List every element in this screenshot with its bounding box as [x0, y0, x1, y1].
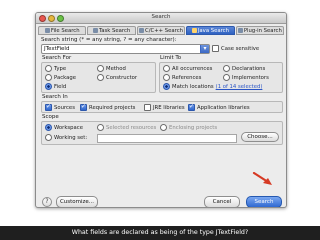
- radio-button[interactable]: [45, 74, 52, 81]
- search-in-required-projects[interactable]: Required projects: [80, 103, 136, 111]
- case-sensitive-label: Case sensitive: [221, 45, 260, 52]
- tab-label: C/C++ Search: [145, 27, 183, 34]
- radio-label: Enclosing projects: [169, 124, 218, 131]
- caption: What fields are declared as being of the…: [0, 226, 320, 240]
- checkbox-label: JRE libraries: [153, 104, 185, 111]
- radio-label: Constructor: [106, 74, 138, 81]
- tab-bar: File Search Task Search C/C++ Search Jav…: [38, 26, 285, 35]
- radio-all-occurrences[interactable]: All occurrences: [163, 65, 212, 72]
- radio-button-selected[interactable]: [45, 83, 52, 90]
- java-search-icon: [191, 28, 197, 33]
- chevron-down-icon[interactable]: ▾: [200, 45, 209, 53]
- radio-button[interactable]: [97, 74, 104, 81]
- radio-field[interactable]: Field: [45, 83, 66, 90]
- radio-button[interactable]: [163, 74, 170, 81]
- search-for-group: Type Method Package Constructor Field: [41, 62, 156, 93]
- window-title: Search: [151, 14, 171, 20]
- radio-label: All occurrences: [172, 65, 213, 72]
- tab-plugin-search[interactable]: Plug-in Search: [235, 26, 285, 35]
- checkbox-unchecked[interactable]: [144, 104, 151, 111]
- radio-label: Method: [106, 65, 126, 72]
- search-string-label: Search string (* = any string, ? = any c…: [41, 37, 177, 43]
- search-in-title: Search In: [42, 94, 68, 100]
- radio-button[interactable]: [97, 65, 104, 72]
- search-for-title: Search For: [42, 55, 72, 61]
- radio-selected-resources[interactable]: Selected resources: [97, 124, 156, 131]
- radio-button[interactable]: [45, 134, 52, 141]
- radio-label: Implementors: [232, 74, 269, 81]
- radio-constructor[interactable]: Constructor: [97, 74, 137, 81]
- checkbox-label: Sources: [54, 104, 75, 111]
- radio-workspace[interactable]: Workspace: [45, 124, 83, 131]
- search-in-group: Sources Required projects JRE libraries …: [41, 101, 283, 113]
- radio-button-selected[interactable]: [45, 124, 52, 131]
- radio-type[interactable]: Type: [45, 65, 66, 72]
- tab-label: File Search: [50, 27, 80, 34]
- cancel-button[interactable]: Cancel: [204, 196, 240, 207]
- radio-working-set[interactable]: Working set:: [45, 134, 87, 141]
- annotation-arrow-icon: [252, 172, 272, 185]
- radio-button[interactable]: [160, 124, 167, 131]
- case-sensitive-option[interactable]: Case sensitive: [212, 45, 259, 52]
- scope-title: Scope: [42, 114, 59, 120]
- tab-label: Java Search: [197, 27, 229, 34]
- search-in-application-libraries[interactable]: Application libraries: [188, 103, 250, 111]
- radio-match-locations[interactable]: Match locations (1 of 14 selected): [163, 83, 262, 90]
- radio-implementors[interactable]: Implementors: [223, 74, 269, 81]
- help-icon[interactable]: ?: [42, 197, 52, 207]
- radio-button[interactable]: [97, 124, 104, 131]
- search-button[interactable]: Search: [246, 196, 282, 207]
- search-in-sources[interactable]: Sources: [45, 103, 75, 111]
- checkbox-checked[interactable]: [45, 103, 52, 111]
- checkbox-label: Required projects: [89, 104, 136, 111]
- radio-label: References: [172, 74, 202, 81]
- search-string-value[interactable]: JTextField: [44, 45, 69, 53]
- tab-cpp-search[interactable]: C/C++ Search: [136, 26, 186, 35]
- customize-button[interactable]: Customize...: [56, 196, 98, 207]
- tab-file-search[interactable]: File Search: [38, 26, 87, 35]
- radio-label: Package: [54, 74, 76, 81]
- radio-label: Match locations: [172, 83, 214, 90]
- radio-label: Field: [54, 83, 67, 90]
- limit-to-title: Limit To: [160, 55, 182, 61]
- search-in-jre-libraries[interactable]: JRE libraries: [144, 104, 185, 111]
- plugin-search-icon: [237, 28, 243, 33]
- radio-label: Declarations: [232, 65, 266, 72]
- radio-method[interactable]: Method: [97, 65, 126, 72]
- checkbox-checked[interactable]: [188, 103, 195, 111]
- radio-label: Type: [54, 65, 67, 72]
- radio-label: Selected resources: [106, 124, 157, 131]
- radio-button[interactable]: [163, 65, 170, 72]
- tab-java-search[interactable]: Java Search: [186, 26, 235, 35]
- tab-label: Plug-in Search: [243, 27, 282, 34]
- limit-to-group: All occurrences Declarations References …: [159, 62, 283, 93]
- choose-button[interactable]: Choose...: [241, 132, 279, 142]
- search-string-combo[interactable]: JTextField ▾: [41, 44, 210, 54]
- file-search-icon: [44, 28, 50, 33]
- radio-label: Workspace: [54, 124, 83, 131]
- checkbox-label: Application libraries: [197, 104, 250, 111]
- case-sensitive-checkbox[interactable]: [212, 45, 219, 52]
- radio-label: Working set:: [54, 134, 88, 141]
- search-dialog: Search File Search Task Search C/C++ Sea…: [35, 12, 287, 208]
- radio-button[interactable]: [45, 65, 52, 72]
- match-locations-link[interactable]: (1 of 14 selected): [216, 84, 263, 90]
- radio-button[interactable]: [223, 74, 230, 81]
- tab-task-search[interactable]: Task Search: [87, 26, 136, 35]
- radio-button[interactable]: [223, 65, 230, 72]
- radio-enclosing-projects[interactable]: Enclosing projects: [160, 124, 217, 131]
- title-bar: Search: [36, 13, 286, 24]
- task-search-icon: [92, 28, 98, 33]
- checkbox-checked[interactable]: [80, 103, 87, 111]
- scope-group: Workspace Selected resources Enclosing p…: [41, 121, 283, 145]
- cpp-search-icon: [139, 28, 145, 33]
- tab-label: Task Search: [98, 27, 131, 34]
- radio-button-selected[interactable]: [163, 83, 170, 90]
- radio-package[interactable]: Package: [45, 74, 76, 81]
- working-set-field[interactable]: [97, 134, 237, 143]
- radio-references[interactable]: References: [163, 74, 201, 81]
- radio-declarations[interactable]: Declarations: [223, 65, 265, 72]
